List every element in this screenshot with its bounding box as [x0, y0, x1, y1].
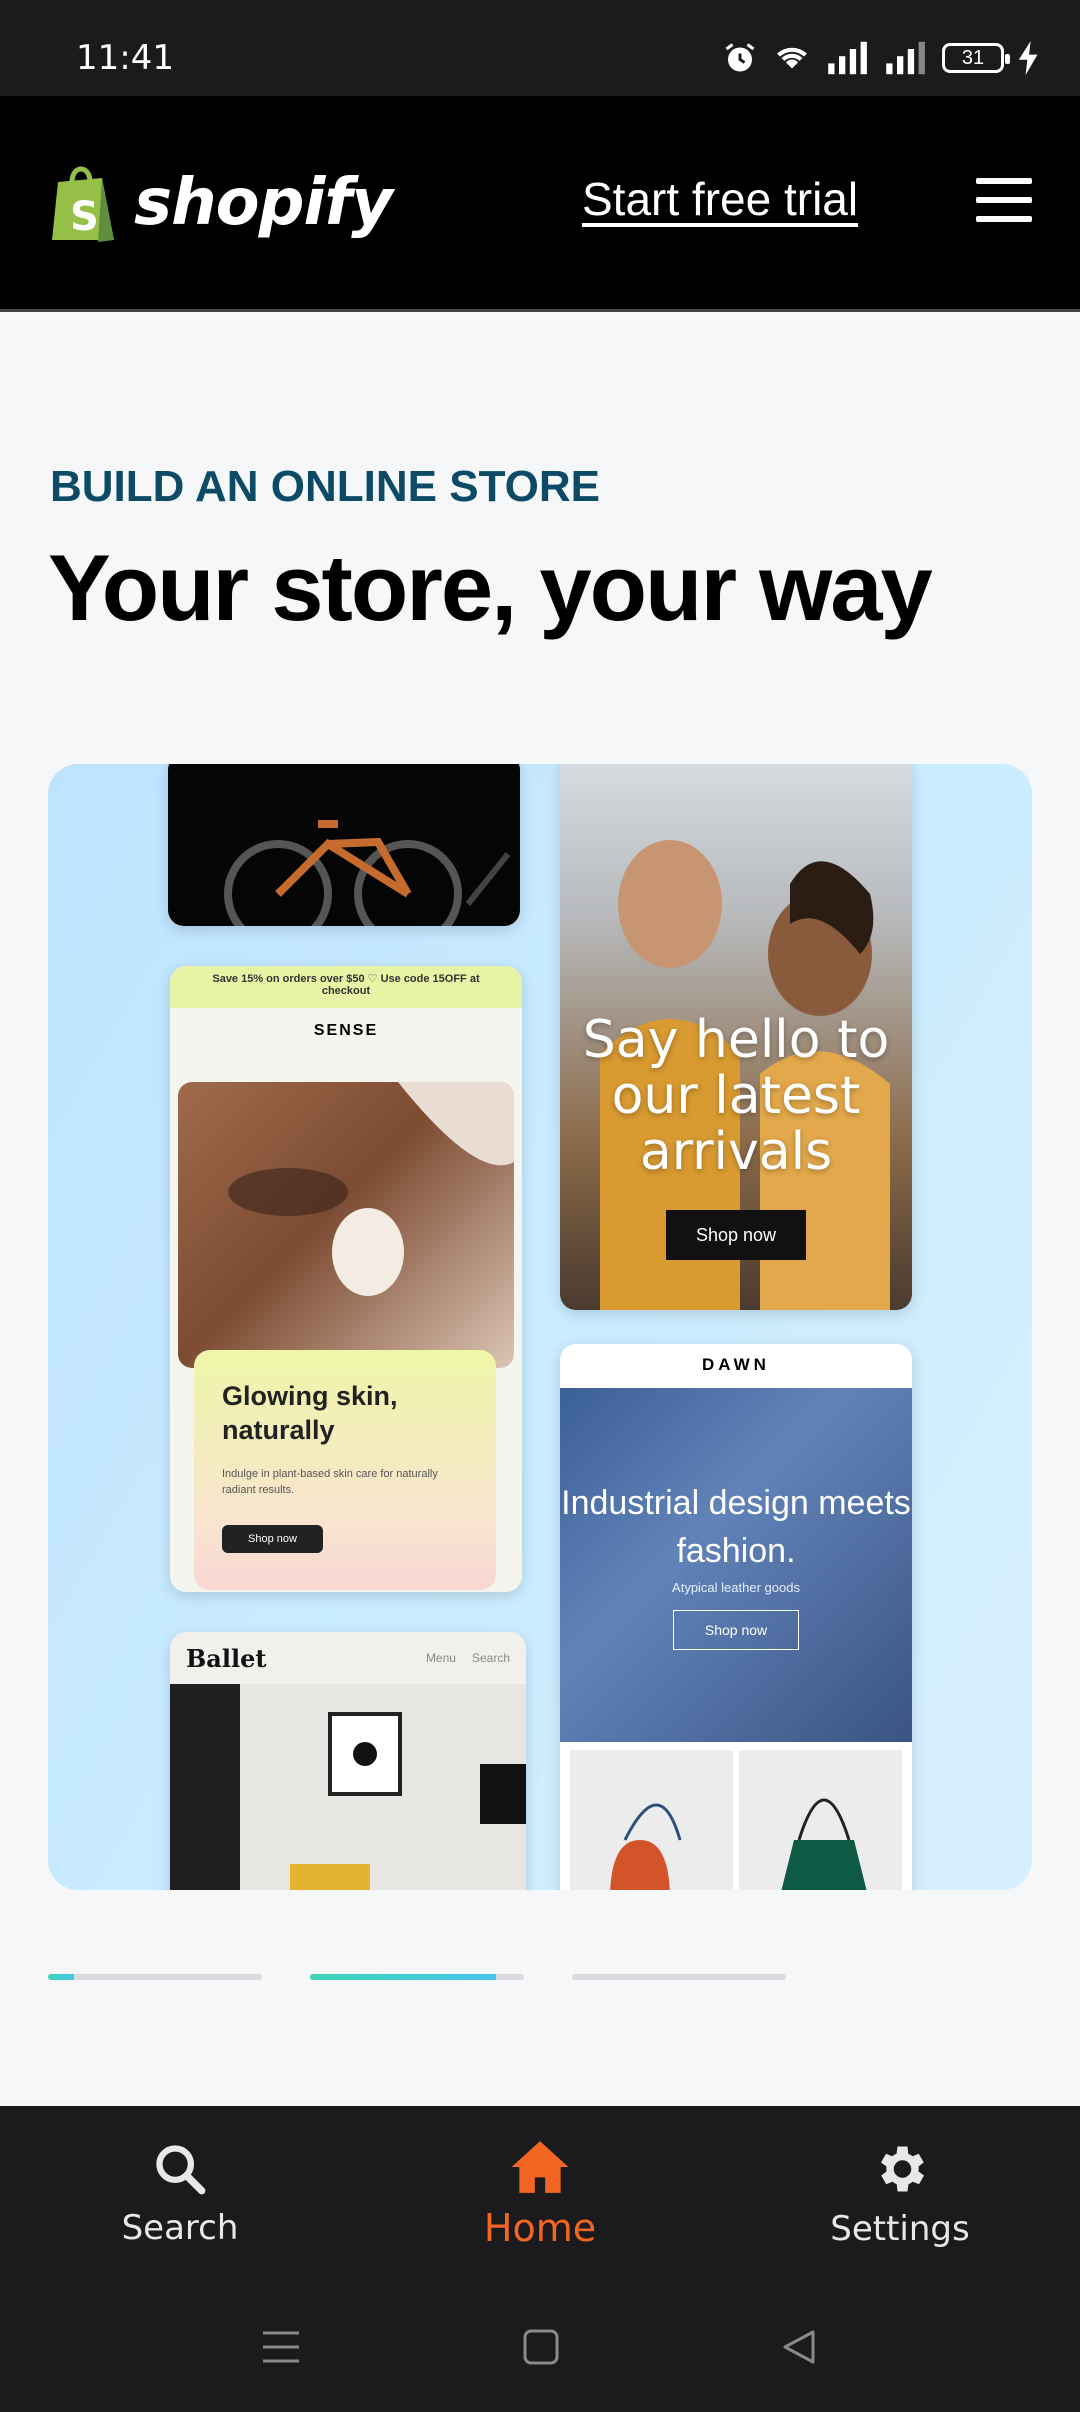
dawn-headline: Industrial design meets fashion.	[561, 1484, 911, 1570]
system-nav-bar	[0, 2282, 1080, 2412]
dawn-hero-photo: Industrial design meets fashion. Atypica…	[560, 1388, 912, 1742]
nav-home-label: Home	[483, 2206, 597, 2250]
shopify-logo[interactable]: S shopify	[48, 162, 393, 244]
promo-banner: Save 15% on orders over $50 ♡ Use code 1…	[170, 966, 522, 1008]
site-header: S shopify Start free trial	[0, 96, 1080, 312]
nav-search-label: Search	[121, 2208, 239, 2248]
sense-feature-card: Glowing skin, naturally Indulge in plant…	[194, 1350, 496, 1590]
signal-icon-2	[886, 41, 925, 75]
status-time: 11:41	[76, 38, 174, 78]
fashion-headline: Say hello to our latest arrivals	[582, 1010, 890, 1183]
carousel-indicator-3[interactable]	[572, 1974, 786, 1980]
nav-home[interactable]: Home	[360, 2106, 720, 2282]
dawn-shop-button: Shop now	[673, 1610, 799, 1650]
dawn-subtitle: Atypical leather goods	[672, 1580, 800, 1595]
search-icon	[156, 2145, 206, 2195]
nav-settings-label: Settings	[830, 2209, 970, 2249]
ballet-search: Search	[471, 1651, 510, 1665]
skincare-photo	[178, 1082, 514, 1368]
fashion-store-card: Say hello to our latest arrivals Shop no…	[560, 764, 912, 1310]
section-eyebrow: BUILD AN ONLINE STORE	[50, 462, 601, 511]
indicator-fill	[48, 1974, 74, 1980]
sense-brand: SENSE	[313, 1022, 379, 1039]
interior-photo	[170, 1684, 526, 1890]
gear-icon	[881, 2146, 924, 2192]
sense-nav: SENSE	[170, 1008, 522, 1054]
status-icons: 31	[722, 40, 1040, 76]
shopify-bag-icon: S	[52, 166, 114, 242]
home-button-icon[interactable]	[522, 2328, 560, 2366]
nav-search[interactable]: Search	[0, 2106, 360, 2282]
home-icon	[511, 2141, 569, 2193]
sense-subtitle: Indulge in plant-based skin care for nat…	[222, 1467, 438, 1497]
sense-title: Glowing skin, naturally	[222, 1381, 398, 1445]
ballet-menu: Menu	[425, 1651, 456, 1665]
product-thumb	[739, 1750, 902, 1890]
battery-indicator: 31	[942, 43, 1010, 73]
bike-image	[224, 820, 511, 926]
carousel-indicator-1[interactable]	[48, 1974, 262, 1980]
bottom-nav: Search Home Settings	[0, 2106, 1080, 2282]
charging-icon	[1018, 41, 1038, 75]
shopify-wordmark: shopify	[134, 166, 393, 240]
alarm-icon	[725, 43, 755, 72]
fashion-shop-button: Shop now	[666, 1210, 806, 1260]
indicator-fill	[310, 1974, 497, 1980]
dawn-product-grid	[570, 1750, 902, 1890]
ballet-nav: Ballet Menu Search	[170, 1632, 526, 1684]
status-bar: 11:41 31	[0, 0, 1080, 96]
ballet-brand: Ballet	[186, 1643, 267, 1673]
page-title: Your store, your way	[48, 535, 933, 640]
dawn-nav: DAWN	[560, 1344, 912, 1386]
dawn-brand: DAWN	[702, 1355, 770, 1374]
sense-store-card: Save 15% on orders over $50 ♡ Use code 1…	[170, 966, 522, 1592]
sense-shop-button: Shop now	[222, 1524, 323, 1553]
nav-settings[interactable]: Settings	[720, 2106, 1080, 2282]
back-icon[interactable]	[781, 2328, 819, 2366]
wifi-icon	[777, 47, 807, 69]
carousel-indicator-2[interactable]	[310, 1974, 524, 1980]
product-thumb	[570, 1750, 733, 1890]
ballet-store-card: Ballet Menu Search	[170, 1632, 526, 1890]
signal-icon-1	[828, 41, 867, 75]
dawn-store-card: DAWN Industrial design meets fashion. At…	[560, 1344, 912, 1890]
start-free-trial-link[interactable]: Start free trial	[582, 172, 858, 226]
svg-text:S: S	[70, 194, 99, 240]
recent-apps-icon[interactable]	[261, 2329, 301, 2365]
menu-button[interactable]	[976, 178, 1032, 222]
bike-store-card	[168, 764, 520, 926]
hero-carousel[interactable]: Save 15% on orders over $50 ♡ Use code 1…	[48, 764, 1032, 1890]
